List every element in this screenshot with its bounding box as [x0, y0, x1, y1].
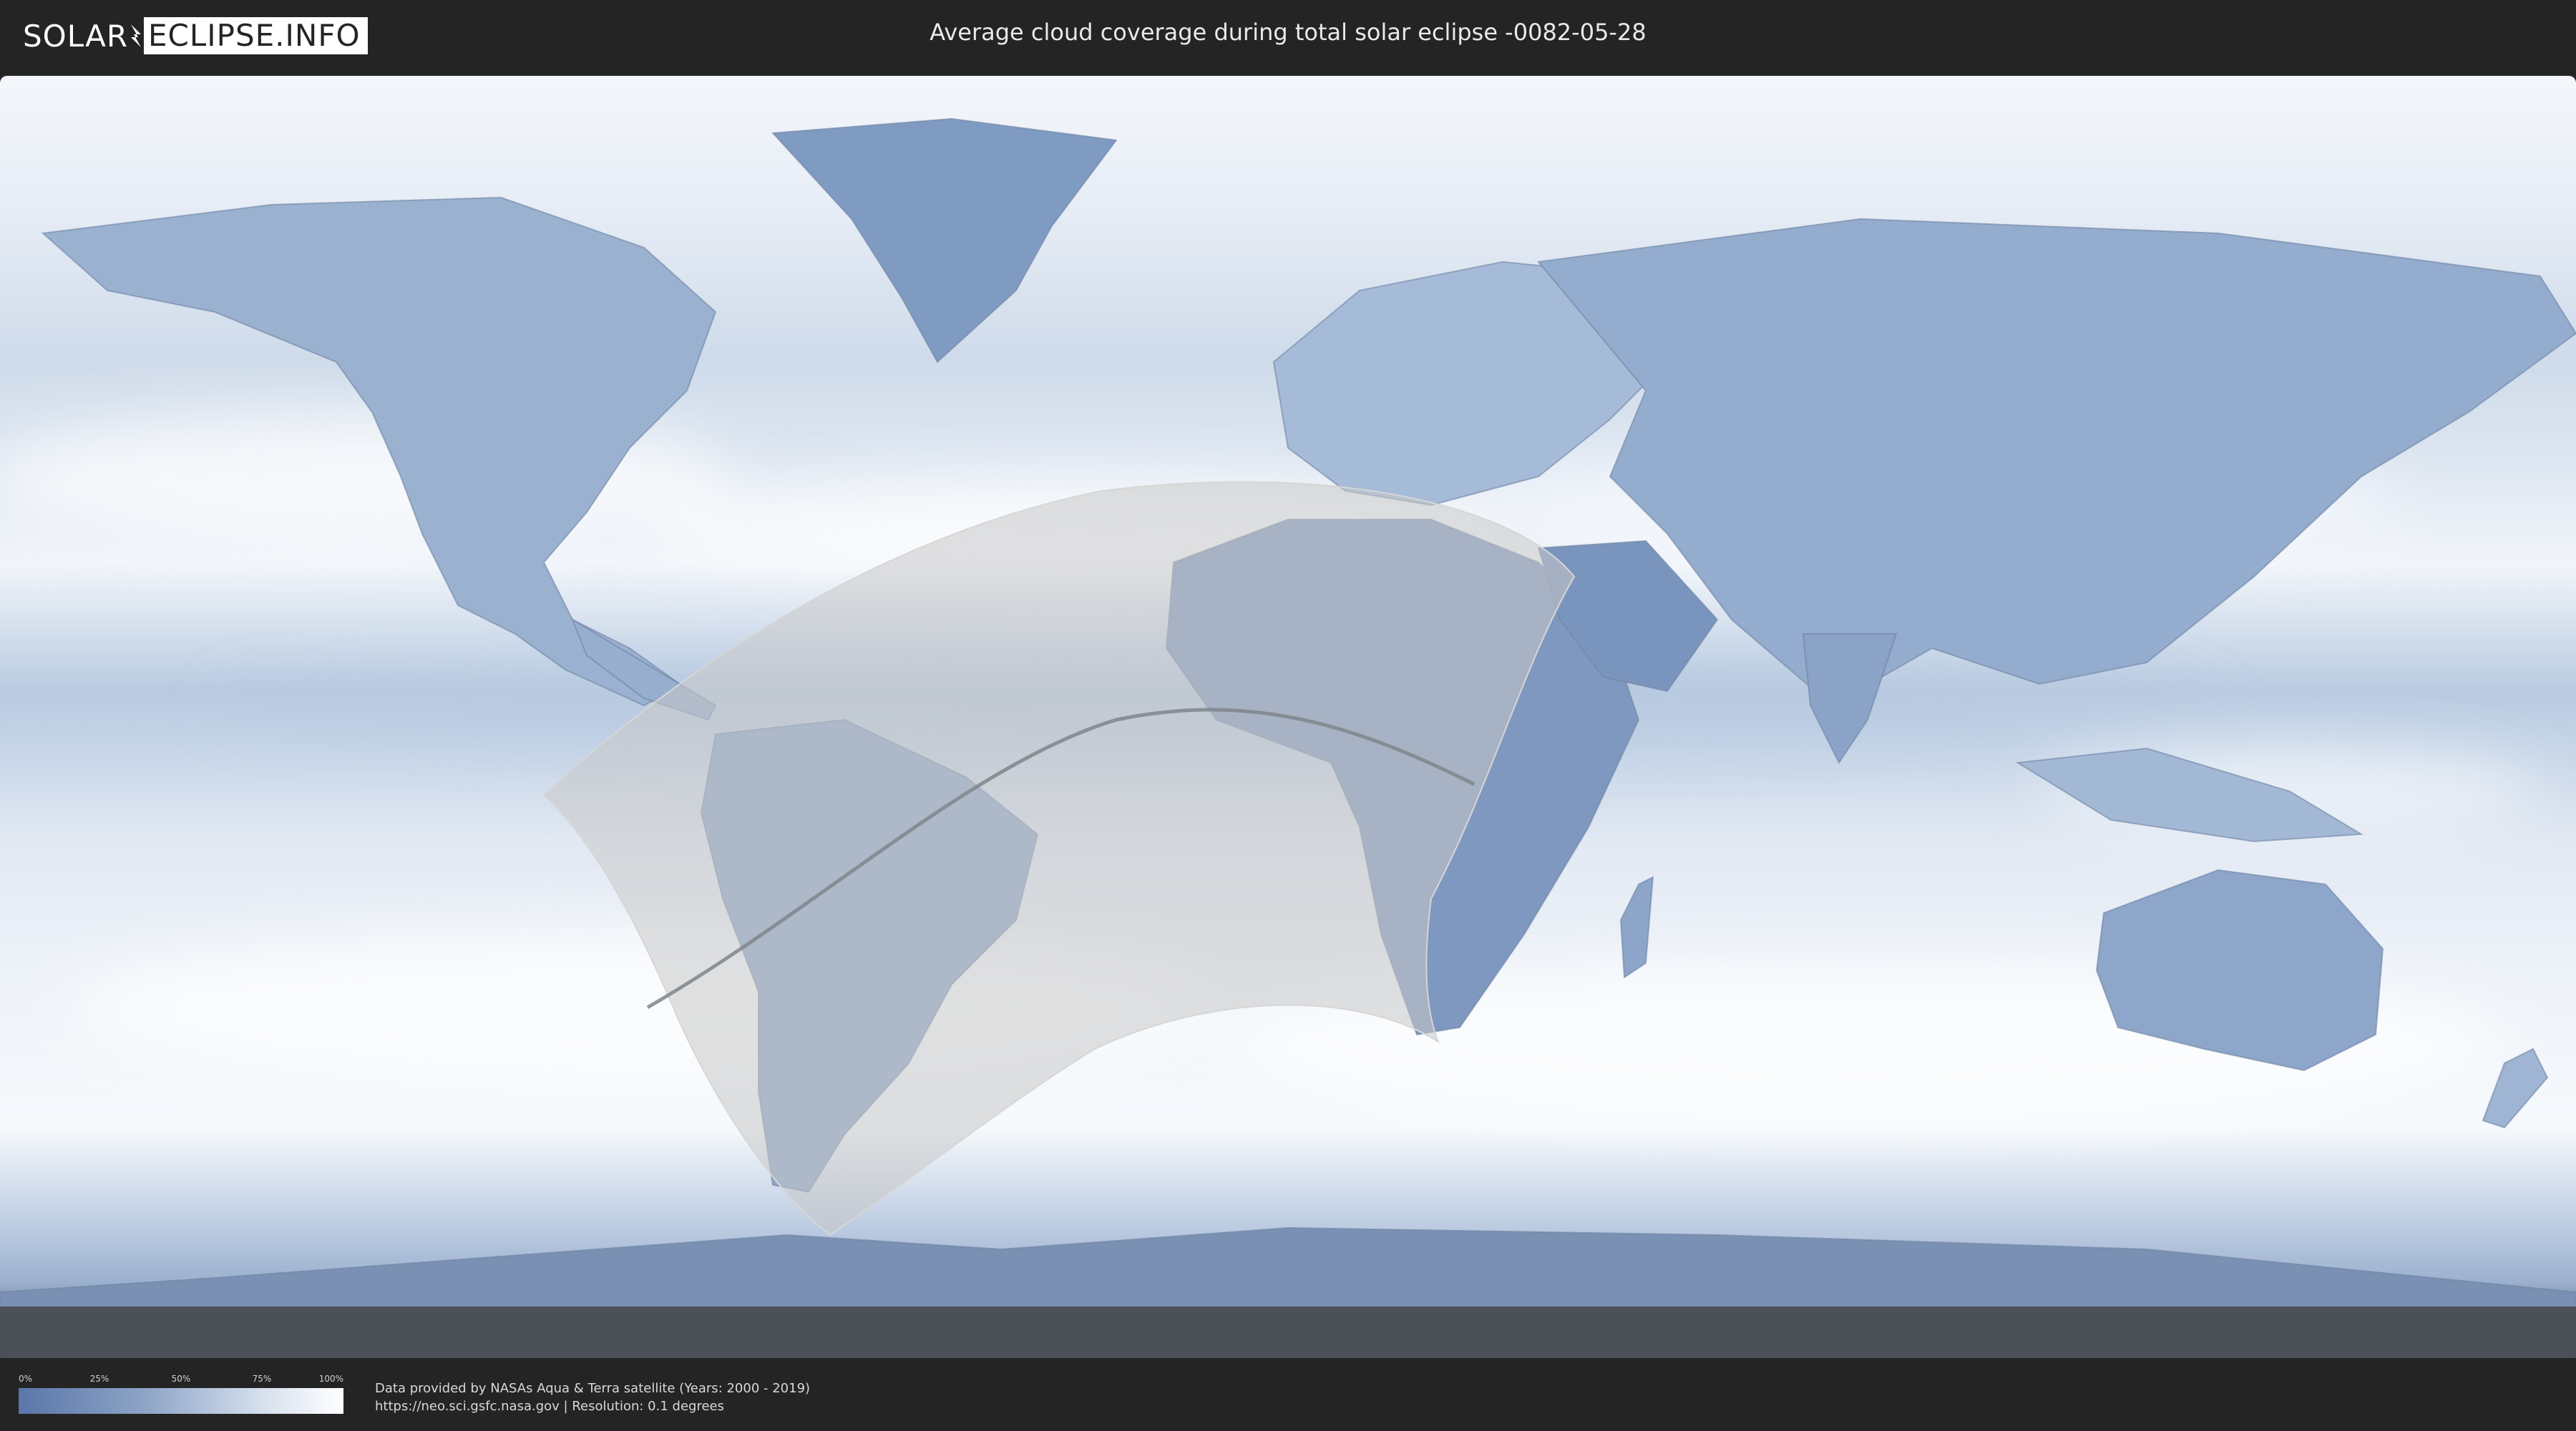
legend-tick-50: 50%	[171, 1374, 191, 1384]
data-credits: Data provided by NASAs Aqua & Terra sate…	[375, 1379, 810, 1415]
legend-color-bar	[19, 1388, 343, 1414]
world-map[interactable]	[0, 76, 2576, 1358]
legend-tick-100: 100%	[318, 1374, 343, 1384]
legend-tick-25: 25%	[89, 1374, 109, 1384]
page-title: Average cloud coverage during total sola…	[930, 19, 1646, 46]
credit-source: Data provided by NASAs Aqua & Terra sate…	[375, 1381, 811, 1396]
credit-url-resolution: https://neo.sci.gsfc.nasa.gov | Resoluti…	[375, 1399, 724, 1414]
polar-night-strip	[0, 1307, 2576, 1358]
cloud-coverage-legend: 0% 25% 50% 75% 100%	[19, 1374, 343, 1415]
legend-tick-0: 0%	[19, 1374, 33, 1384]
app: SOLAR ECLIPSE.INFO Average cloud coverag…	[0, 0, 2576, 1431]
legend-tick-75: 75%	[252, 1374, 272, 1384]
header-bar: SOLAR ECLIPSE.INFO Average cloud coverag…	[0, 0, 2576, 72]
footer-bar: 0% 25% 50% 75% 100% Data provided by NAS…	[0, 1358, 2576, 1431]
cloud-coverage-map	[0, 76, 2576, 1358]
